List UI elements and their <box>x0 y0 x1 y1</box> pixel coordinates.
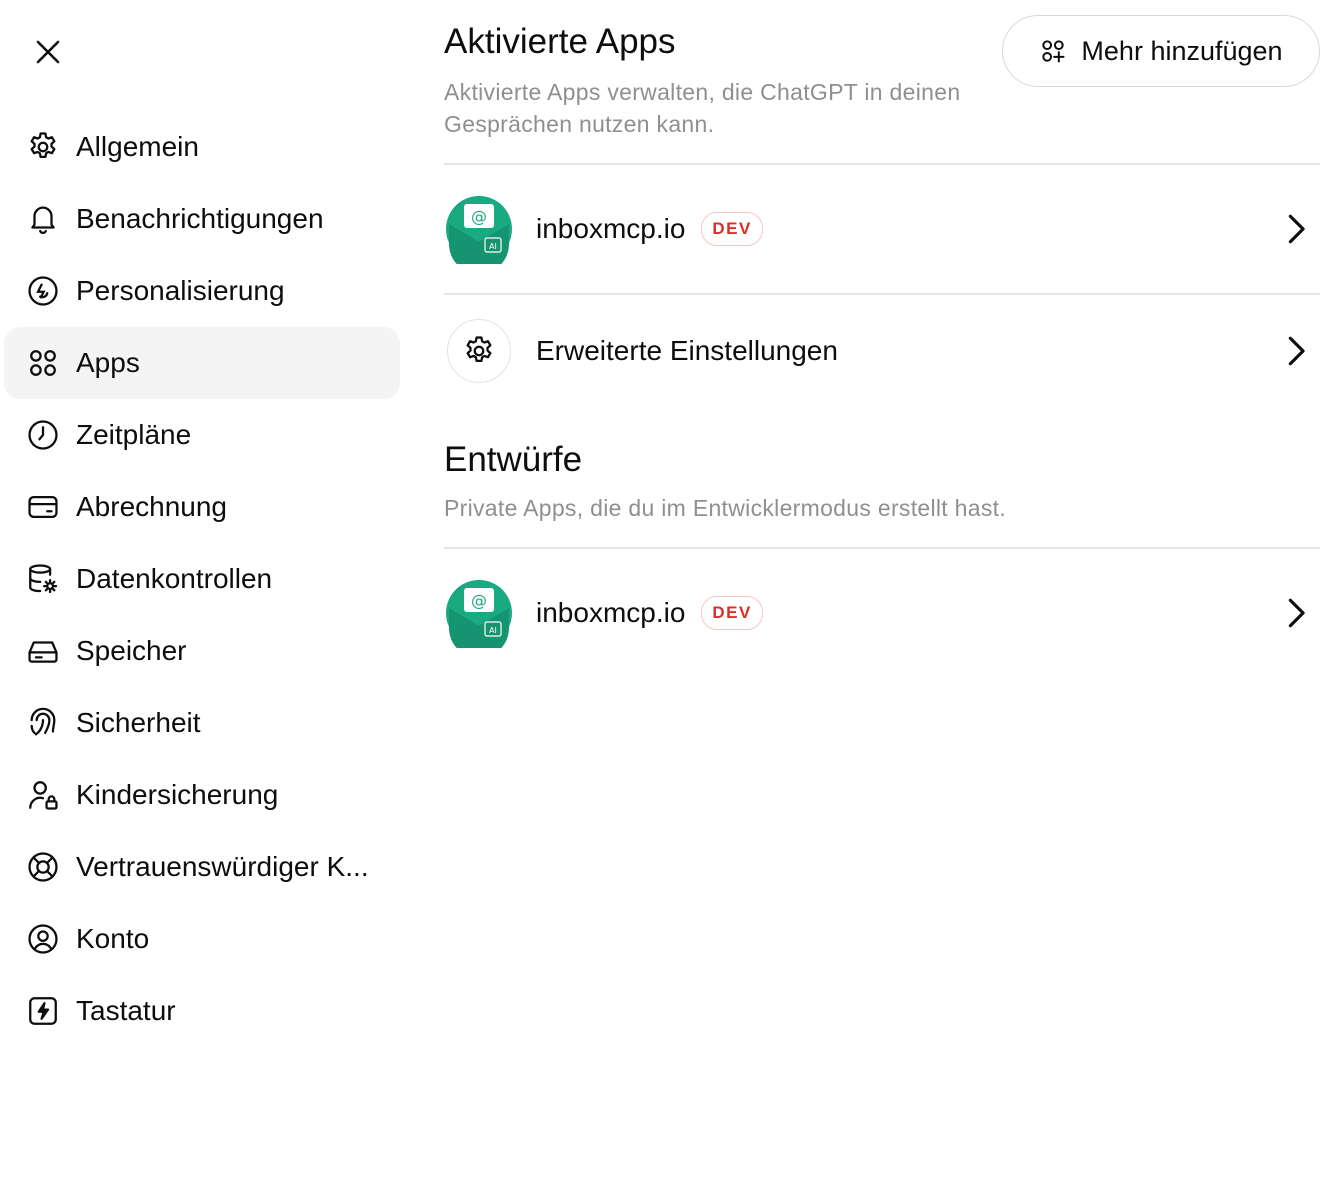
drafts-title: Entwürfe <box>444 440 583 479</box>
sidebar-item-personalisierung[interactable]: Personalisierung <box>4 255 400 327</box>
sidebar-item-datenkontrollen[interactable]: Datenkontrollen <box>4 543 400 615</box>
sidebar-item-label: Abrechnung <box>76 491 228 522</box>
sidebar-item-apps[interactable]: Apps <box>4 327 400 399</box>
settings-sidebar: Allgemein Benachrichtigungen Personalisi… <box>4 111 400 1047</box>
svg-text:AI: AI <box>489 242 497 251</box>
database-gear-icon <box>26 562 60 596</box>
sidebar-item-tastatur[interactable]: Tastatur <box>4 975 400 1047</box>
personalize-icon <box>26 274 60 308</box>
app-name: inboxmcp.io <box>536 213 686 244</box>
drafts-description: Private Apps, die du im Entwicklermodus … <box>444 495 1007 521</box>
lightning-box-icon <box>26 994 60 1028</box>
divider <box>444 547 1320 549</box>
inboxmcp-app-icon: @ AI <box>444 578 514 648</box>
sidebar-item-label: Benachrichtigungen <box>76 203 324 234</box>
sidebar-item-vertrauenswuerdiger-kontakt[interactable]: Vertrauenswürdiger K... <box>4 831 400 903</box>
sidebar-item-label: Vertrauenswürdiger K... <box>76 851 369 882</box>
chevron-right-icon <box>1288 336 1305 366</box>
user-circle-icon <box>26 922 60 956</box>
credit-card-icon <box>26 490 60 524</box>
sidebar-item-kindersicherung[interactable]: Kindersicherung <box>4 759 400 831</box>
sidebar-item-allgemein[interactable]: Allgemein <box>4 111 400 183</box>
svg-text:@: @ <box>471 591 487 610</box>
svg-text:@: @ <box>471 207 487 226</box>
sidebar-item-label: Sicherheit <box>76 707 201 738</box>
sidebar-item-sicherheit[interactable]: Sicherheit <box>4 687 400 759</box>
apps-grid-icon <box>26 346 60 380</box>
sidebar-item-label: Tastatur <box>76 995 176 1026</box>
clock-icon <box>26 418 60 452</box>
advanced-settings-label: Erweiterte Einstellungen <box>536 335 838 366</box>
sidebar-item-label: Personalisierung <box>76 275 285 306</box>
sidebar-item-label: Apps <box>76 347 140 378</box>
bell-icon <box>26 202 60 236</box>
divider <box>444 293 1320 295</box>
sidebar-item-label: Speicher <box>76 635 187 666</box>
dev-badge: DEV <box>701 596 763 630</box>
user-lock-icon <box>26 778 60 812</box>
sidebar-item-label: Kindersicherung <box>76 779 279 810</box>
advanced-settings-icon-wrap <box>447 319 511 383</box>
sidebar-item-label: Konto <box>76 923 150 954</box>
draft-app-row-inboxmcp[interactable]: @ AI inboxmcp.io DEV <box>444 558 1320 668</box>
sidebar-item-speicher[interactable]: Speicher <box>4 615 400 687</box>
sidebar-item-label: Datenkontrollen <box>76 563 273 594</box>
fingerprint-icon <box>26 706 60 740</box>
sidebar-item-abrechnung[interactable]: Abrechnung <box>4 471 400 543</box>
sidebar-item-benachrichtigungen[interactable]: Benachrichtigungen <box>4 183 400 255</box>
gear-icon <box>466 336 492 363</box>
storage-drive-icon <box>26 634 60 668</box>
apps-add-icon <box>1042 40 1065 63</box>
enabled-apps-description: Aktivierte Apps verwalten, die ChatGPT i… <box>444 79 961 137</box>
chevron-right-icon <box>1288 214 1305 244</box>
sidebar-item-zeitplaene[interactable]: Zeitpläne <box>4 399 400 471</box>
add-more-button[interactable]: Mehr hinzufügen <box>1002 15 1320 87</box>
divider <box>444 163 1320 165</box>
svg-text:AI: AI <box>489 626 497 635</box>
enabled-apps-title: Aktivierte Apps <box>444 22 676 61</box>
sidebar-item-label: Zeitpläne <box>76 419 192 450</box>
close-button[interactable] <box>22 26 74 78</box>
advanced-settings-row[interactable]: Erweiterte Einstellungen <box>444 296 1320 406</box>
enabled-app-row-inboxmcp[interactable]: @ AI inboxmcp.io DEV <box>444 174 1320 284</box>
inboxmcp-app-icon: @ AI <box>444 194 514 264</box>
lifebuoy-icon <box>26 850 60 884</box>
dev-badge: DEV <box>701 212 763 246</box>
sidebar-item-konto[interactable]: Konto <box>4 903 400 975</box>
gear-icon <box>26 130 60 164</box>
app-name: inboxmcp.io <box>536 597 686 628</box>
chevron-right-icon <box>1288 598 1305 628</box>
close-icon <box>36 40 60 64</box>
add-more-label: Mehr hinzufügen <box>1081 35 1283 66</box>
sidebar-item-label: Allgemein <box>76 131 199 162</box>
